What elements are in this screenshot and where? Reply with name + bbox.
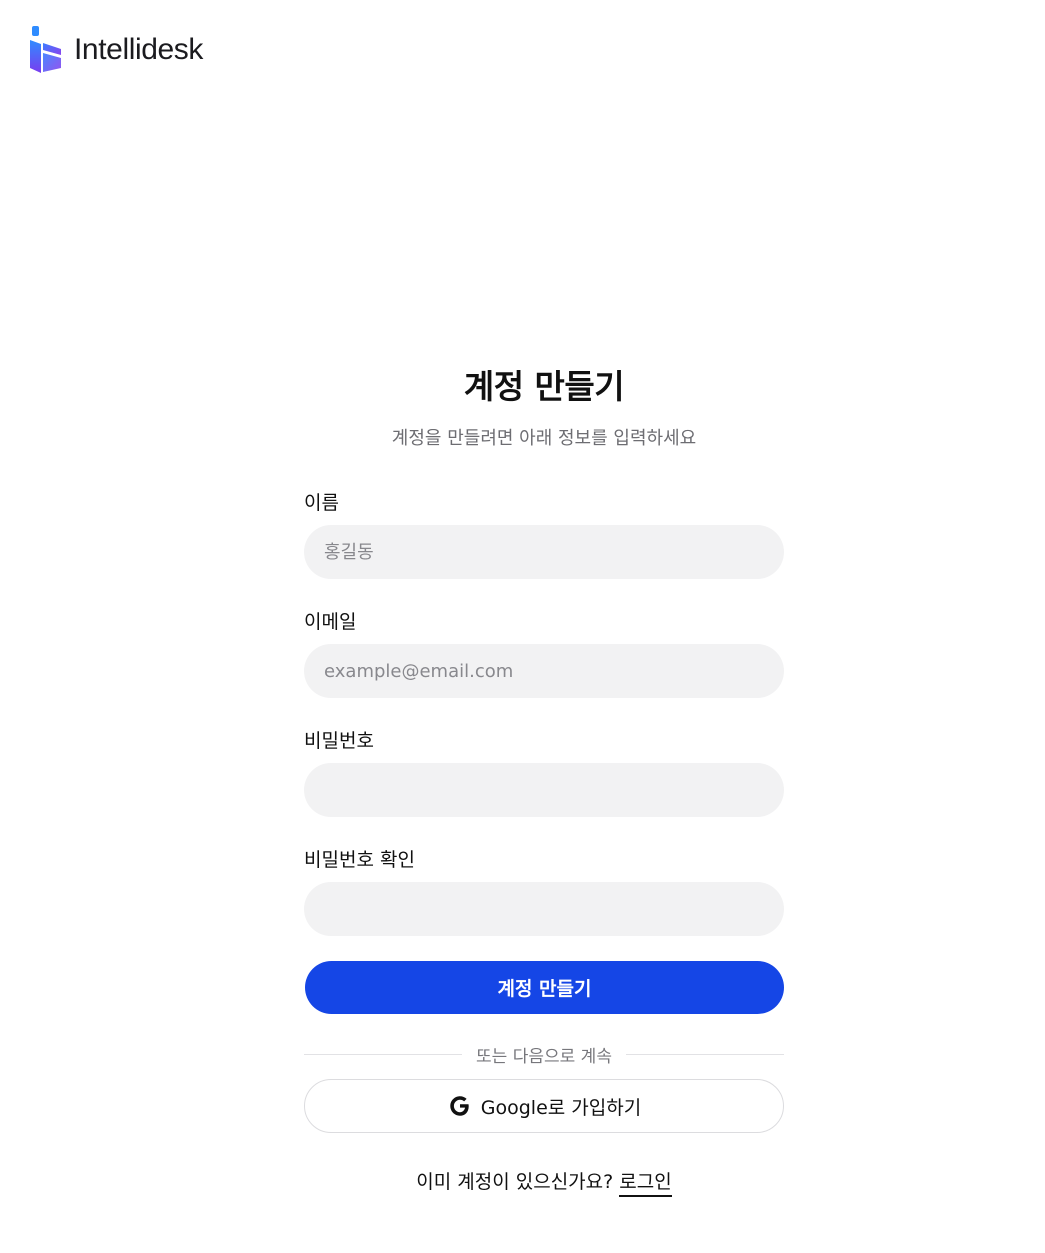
google-signup-label: Google로 가입하기 [480,1096,642,1119]
signup-form: 계정 만들기 계정을 만들려면 아래 정보를 입력하세요 이름 이메일 비밀번호… [304,362,784,1197]
create-account-button[interactable]: 계정 만들기 [305,961,784,1014]
signin-row: 이미 계정이 있으신가요? 로그인 [304,1167,784,1197]
divider-line-right [625,1053,784,1055]
password-confirm-input[interactable] [304,882,784,936]
password-input[interactable] [304,763,784,817]
signin-link[interactable]: 로그인 [619,1171,672,1197]
google-icon [450,1096,469,1116]
name-input[interactable] [304,525,784,579]
google-signup-button[interactable]: Google로 가입하기 [304,1079,784,1133]
page-title: 계정 만들기 [463,367,625,406]
or-divider: 또는 다음으로 계속 [304,1039,784,1069]
password-label: 비밀번호 [304,730,374,752]
signup-page: Intellidesk 계정 만들기 계정을 만들려면 아래 정보를 입력하세요… [0,0,1045,1253]
divider-text: 또는 다음으로 계속 [476,1046,612,1067]
brand-name: Intellidesk [74,32,204,66]
brand-logo[interactable]: Intellidesk [29,26,203,73]
page-subtitle: 계정을 만들려면 아래 정보를 입력하세요 [391,428,697,449]
intellidesk-logo-icon [30,26,61,73]
password-confirm-label: 비밀번호 확인 [304,849,415,871]
divider-line-left [304,1053,463,1055]
email-label: 이메일 [304,611,357,633]
name-label: 이름 [304,492,339,514]
signin-prompt: 이미 계정이 있으신가요? [416,1171,614,1193]
email-input[interactable] [304,644,784,698]
